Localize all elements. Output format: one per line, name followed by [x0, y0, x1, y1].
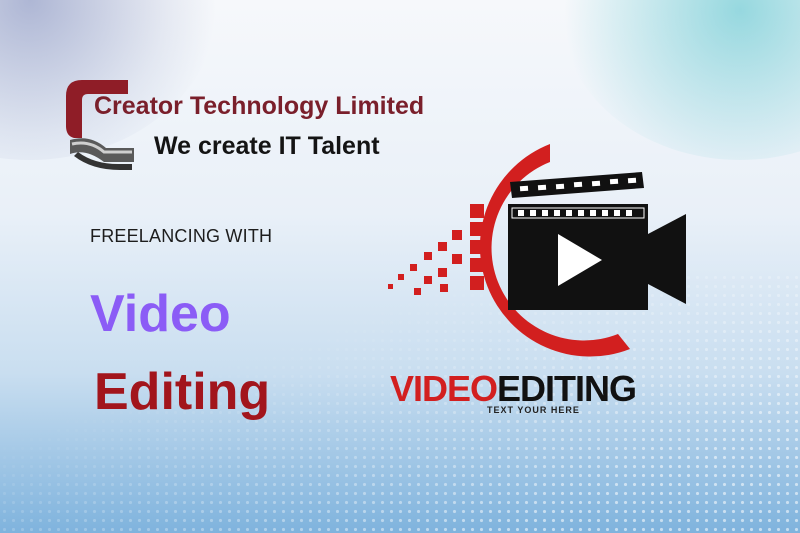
banner-background: Creator Technology Limited We create IT … [0, 0, 800, 533]
company-logo-icon [66, 80, 134, 170]
intro-text: FREELANCING WITH [90, 226, 273, 246]
video-logo-title: VIDEOEDITING [390, 368, 637, 410]
video-logo-title-video: VIDEO [390, 368, 498, 409]
video-logo-title-editing: EDITING [497, 368, 637, 409]
video-logo-subtitle: TEXT YOUR HERE [487, 405, 580, 415]
company-tagline: We create IT Talent [154, 132, 380, 160]
headline-word-editing: Editing [94, 363, 271, 421]
video-camera-icon [388, 144, 686, 357]
company-name: Creator Technology Limited [94, 92, 425, 120]
headline-word-video: Video [90, 285, 231, 343]
